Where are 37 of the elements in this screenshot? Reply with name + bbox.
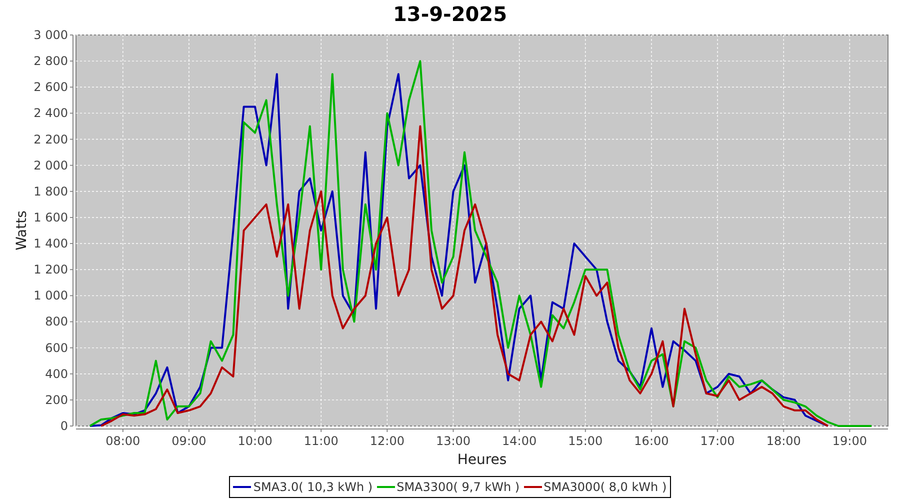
y-tick-label: 2 800 <box>34 54 68 68</box>
x-tick-label: 19:00 <box>832 434 867 448</box>
legend-line-icon <box>524 485 542 489</box>
y-tick-label: 2 600 <box>34 80 68 94</box>
x-tick-label: 13:00 <box>436 434 471 448</box>
x-tick-label: 11:00 <box>304 434 338 448</box>
x-tick-label: 15:00 <box>568 434 603 448</box>
y-tick-label: 200 <box>45 392 68 407</box>
legend-label: SMA3000( 8,0 kWh ) <box>544 479 667 496</box>
x-tick-label: 16:00 <box>634 434 669 448</box>
x-tick-label: 09:00 <box>172 434 206 448</box>
legend-label: SMA3300( 9,7 kWh ) <box>396 479 520 496</box>
x-axis-title: Heures <box>457 452 507 468</box>
x-tick-label: 17:00 <box>700 434 735 448</box>
y-axis-title: Watts <box>14 210 30 250</box>
x-tick-label: 10:00 <box>238 434 272 448</box>
y-tick-label: 2 400 <box>34 106 68 120</box>
y-tick-label: 2 000 <box>34 158 68 172</box>
x-tick-label: 08:00 <box>106 434 140 448</box>
y-tick-label: 600 <box>45 340 68 355</box>
x-tick-label: 18:00 <box>766 434 801 448</box>
y-tick-label: 1 000 <box>34 288 68 303</box>
y-tick-label: 400 <box>45 366 68 381</box>
y-tick-label: 0 <box>60 419 68 433</box>
y-tick-label: 1 600 <box>34 210 68 224</box>
y-tick-label: 3 000 <box>34 28 68 42</box>
legend-line-icon <box>376 485 395 489</box>
x-tick-label: 14:00 <box>502 434 537 448</box>
y-tick-label: 1 800 <box>34 184 68 198</box>
y-tick-label: 1 400 <box>34 236 68 251</box>
y-tick-label: 800 <box>45 314 68 329</box>
y-tick-label: 1 200 <box>34 262 68 277</box>
y-tick-label: 2 200 <box>34 132 68 146</box>
legend-line-icon <box>233 485 252 489</box>
legend-label: SMA3.0( 10,3 kWh ) <box>253 479 373 496</box>
x-tick-label: 12:00 <box>370 434 404 448</box>
chart-title: 13-9-2025 <box>392 1 507 28</box>
